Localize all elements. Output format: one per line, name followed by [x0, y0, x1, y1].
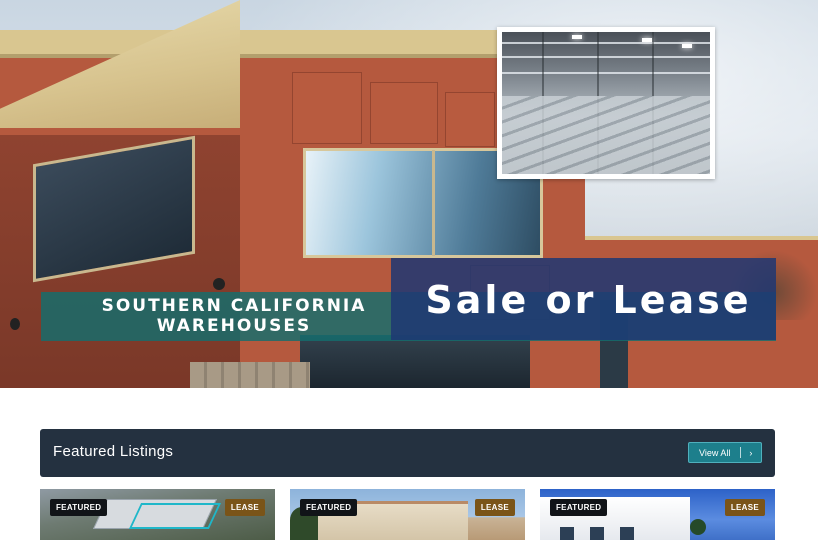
featured-badge: FEATURED [550, 499, 608, 516]
wall-lamp [213, 278, 225, 290]
lease-badge: LEASE [474, 499, 515, 516]
featured-badge: FEATURED [300, 499, 358, 516]
listing-card[interactable]: FEATURED LEASE [40, 489, 275, 540]
warehouse-interior-photo [497, 27, 715, 179]
banner-line-2: WAREHOUSES [156, 316, 312, 336]
banner-headline: Sale or Lease [425, 278, 752, 322]
listing-card[interactable]: FEATURED LEASE [540, 489, 775, 540]
banner-subtitle: SOUTHERN CALIFORNIA WAREHOUSES [94, 296, 374, 336]
featured-listings-header: Featured Listings View All › [40, 429, 775, 477]
divider [740, 447, 742, 458]
wall-lamp [10, 318, 20, 330]
view-all-button[interactable]: View All › [688, 442, 762, 463]
lease-badge: LEASE [724, 499, 765, 516]
chevron-right-icon: › [749, 447, 753, 458]
hero-banner: SOUTHERN CALIFORNIA WAREHOUSES Sale or L… [0, 0, 818, 388]
featured-badge: FEATURED [50, 499, 108, 516]
lease-badge: LEASE [224, 499, 265, 516]
view-all-label: View All [699, 447, 731, 458]
banner-line-1: SOUTHERN CALIFORNIA [101, 296, 367, 316]
listing-card[interactable]: FEATURED LEASE [290, 489, 525, 540]
featured-listings-title: Featured Listings [53, 443, 174, 460]
